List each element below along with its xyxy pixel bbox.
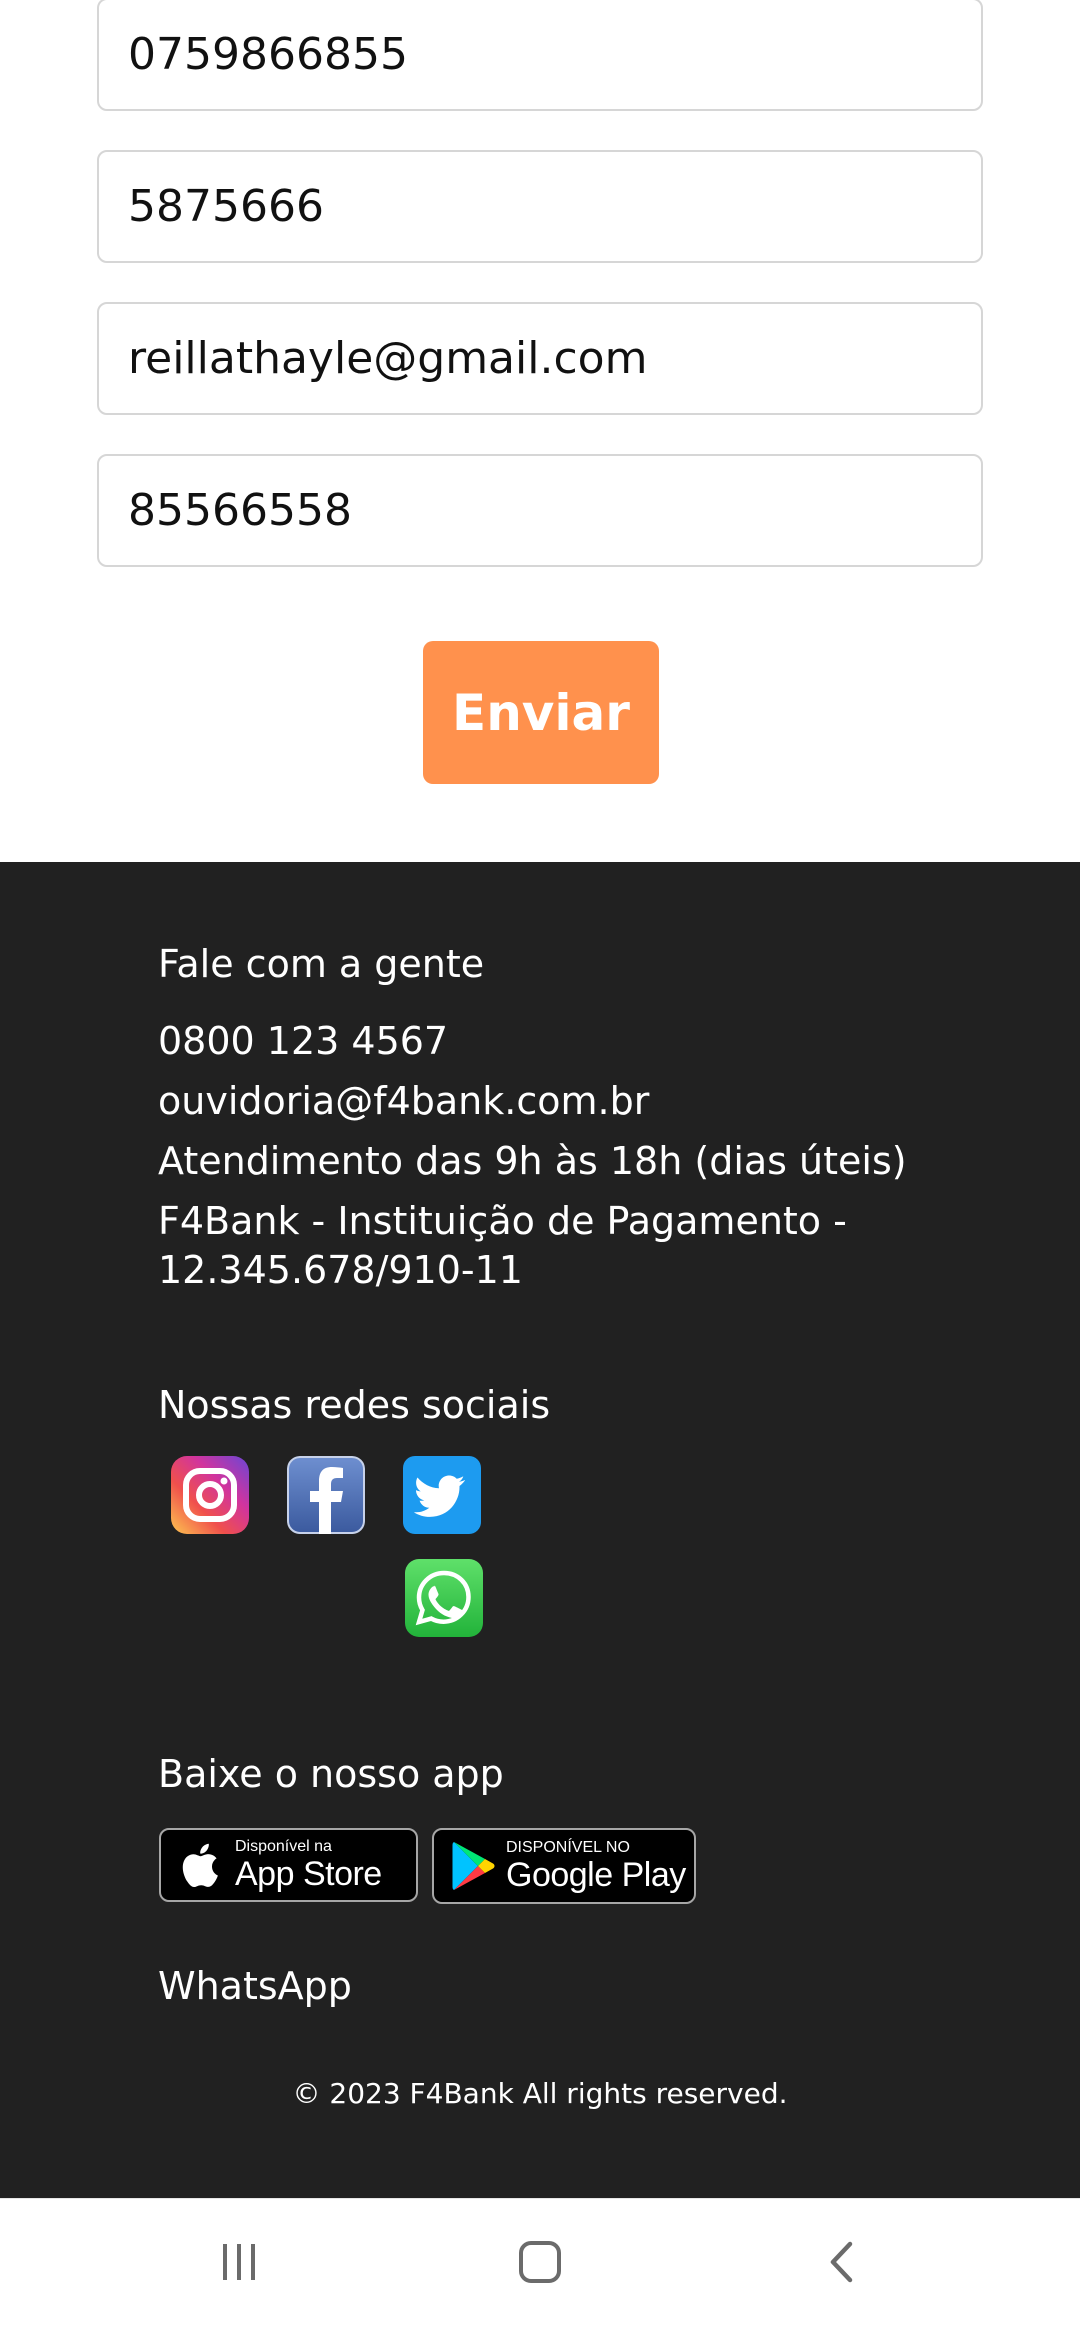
google-play-small-label: DISPONÍVEL NO <box>506 1839 630 1856</box>
app-heading: Baixe o nosso app <box>158 1752 504 1796</box>
google-play-icon <box>452 1842 495 1890</box>
twitter-icon[interactable] <box>403 1456 481 1534</box>
recent-apps-icon <box>223 2244 255 2280</box>
company-cnpj: 12.345.678/910-11 <box>158 1248 523 1292</box>
whatsapp-label: WhatsApp <box>158 1964 352 2008</box>
facebook-icon[interactable] <box>287 1456 365 1534</box>
contact-email[interactable]: ouvidoria@f4bank.com.br <box>158 1079 649 1123</box>
contact-form: Enviar <box>0 0 1080 862</box>
app-store-badge[interactable]: Disponível na App Store <box>159 1828 418 1902</box>
phone-number: 0800 123 4567 <box>158 1019 449 1063</box>
support-hours: Atendimento das 9h às 18h (dias úteis) <box>158 1139 907 1183</box>
code-input[interactable] <box>128 485 981 536</box>
recent-apps-button[interactable] <box>189 2219 289 2305</box>
back-icon <box>830 2241 853 2283</box>
google-play-text: DISPONÍVEL NO Google Play <box>506 1839 686 1894</box>
whatsapp-icon[interactable] <box>405 1559 483 1637</box>
number-input[interactable] <box>128 181 981 232</box>
home-icon <box>519 2241 561 2283</box>
app-store-big-label: App Store <box>235 1855 382 1893</box>
company-name: F4Bank - Instituição de Pagamento - <box>158 1199 847 1243</box>
number-field[interactable] <box>97 150 983 263</box>
app-store-small-label: Disponível na <box>235 1838 332 1855</box>
phone-field[interactable] <box>97 0 983 111</box>
social-heading: Nossas redes sociais <box>158 1383 551 1427</box>
email-field[interactable] <box>97 302 983 415</box>
footer: Fale com a gente 0800 123 4567 ouvidoria… <box>0 862 1080 2198</box>
back-button[interactable] <box>793 2219 893 2305</box>
apple-icon <box>182 1843 218 1888</box>
instagram-icon[interactable] <box>171 1456 249 1534</box>
google-play-badge[interactable]: DISPONÍVEL NO Google Play <box>432 1828 696 1904</box>
home-button[interactable] <box>490 2219 590 2305</box>
submit-button[interactable]: Enviar <box>423 641 659 784</box>
email-input[interactable] <box>128 333 981 384</box>
system-navigation-bar <box>0 2198 1080 2325</box>
code-field[interactable] <box>97 454 983 567</box>
google-play-big-label: Google Play <box>506 1856 686 1894</box>
phone-input[interactable] <box>128 29 981 80</box>
contact-heading: Fale com a gente <box>158 942 485 986</box>
app-store-text: Disponível na App Store <box>235 1838 382 1893</box>
copyright-text: © 2023 F4Bank All rights reserved. <box>292 2077 788 2110</box>
